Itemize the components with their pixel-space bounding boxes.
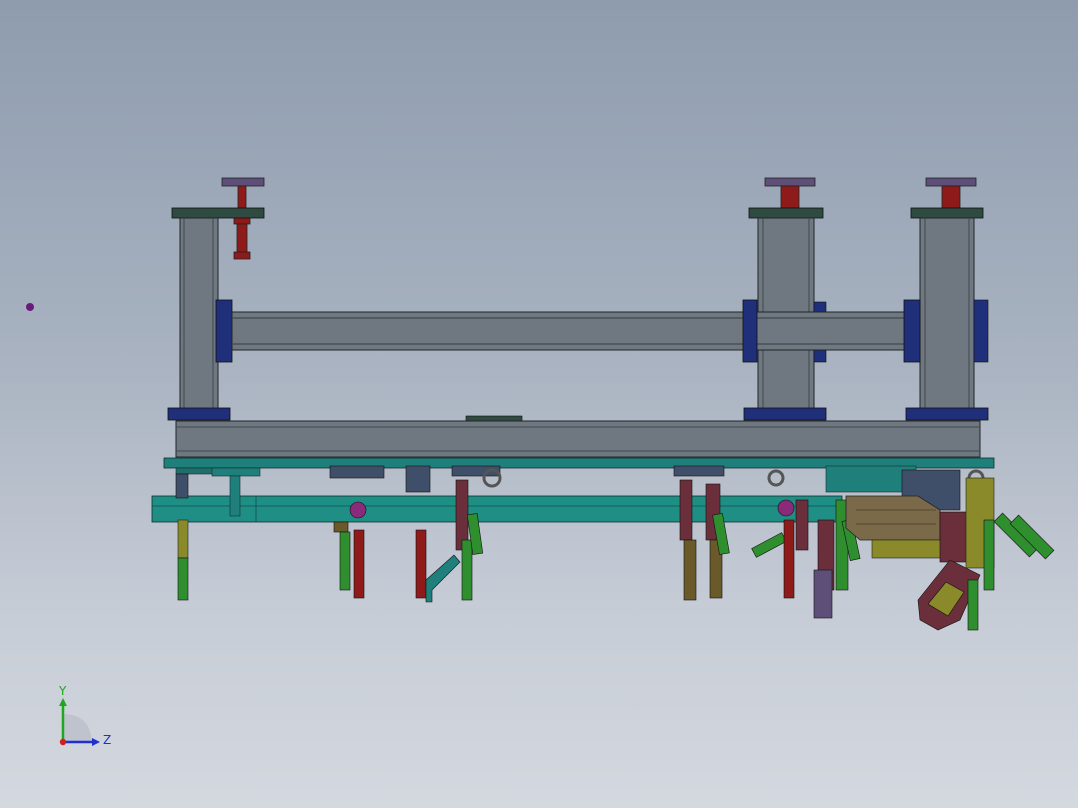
- base-beam[interactable]: [175, 415, 981, 458]
- lifting-eye-right[interactable]: [767, 469, 785, 487]
- workpiece-block[interactable]: [845, 495, 941, 541]
- x-axis-dot-icon: [59, 738, 67, 746]
- clamp-unit-1[interactable]: [175, 473, 189, 601]
- orientation-triad[interactable]: Y Z: [50, 684, 120, 754]
- y-axis-label: Y: [58, 684, 67, 698]
- cad-viewport[interactable]: [0, 0, 1078, 808]
- z-axis-arrow-icon: [92, 738, 100, 746]
- y-axis-arrow-icon: [59, 698, 67, 706]
- sketch-point[interactable]: [26, 303, 34, 311]
- triad-plane-fill: [63, 714, 92, 742]
- top-cylinder-right[interactable]: [925, 177, 977, 209]
- top-cylinder-left[interactable]: [221, 177, 265, 260]
- top-cylinder-middle[interactable]: [764, 177, 816, 209]
- z-axis-label: Z: [103, 733, 111, 747]
